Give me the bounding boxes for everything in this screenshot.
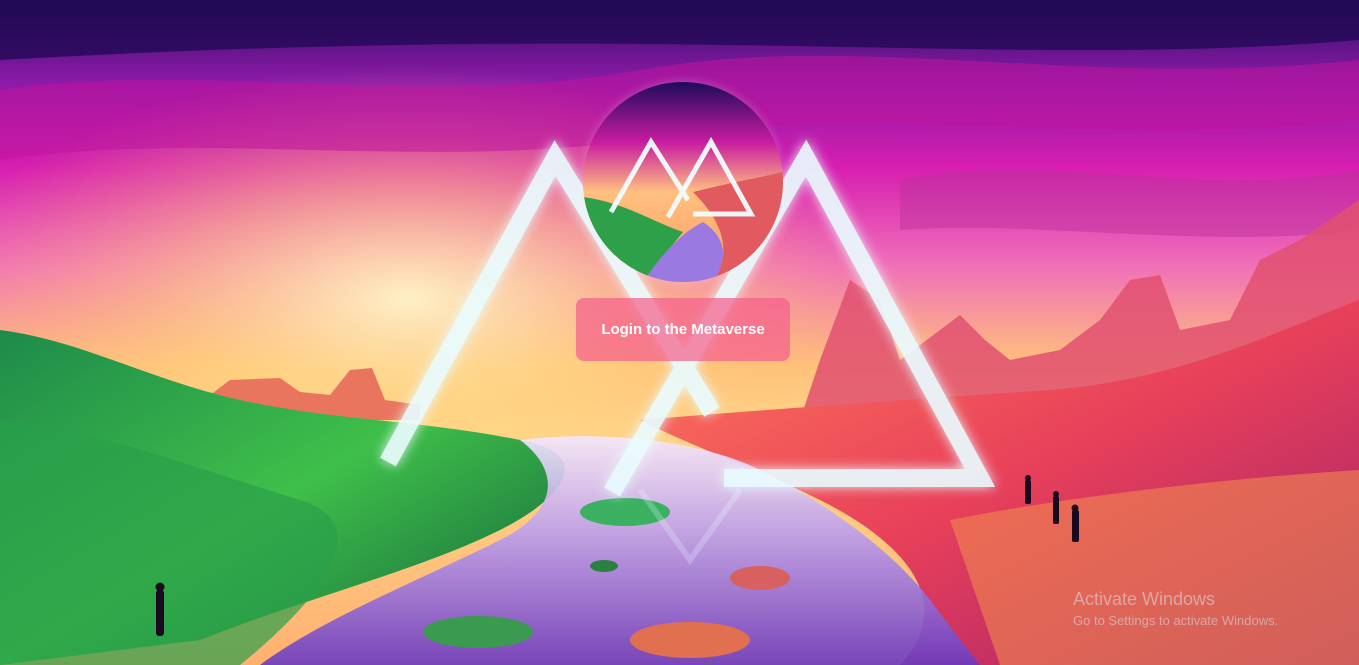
landing-page: Login to the Metaverse Activate Windows … — [0, 0, 1359, 665]
login-button[interactable]: Login to the Metaverse — [576, 298, 790, 361]
metaverse-logo-icon — [583, 82, 783, 282]
activate-windows-watermark: Activate Windows Go to Settings to activ… — [1073, 588, 1278, 630]
watermark-subtitle: Go to Settings to activate Windows. — [1073, 613, 1279, 628]
watermark-title: Activate Windows — [1073, 589, 1216, 609]
